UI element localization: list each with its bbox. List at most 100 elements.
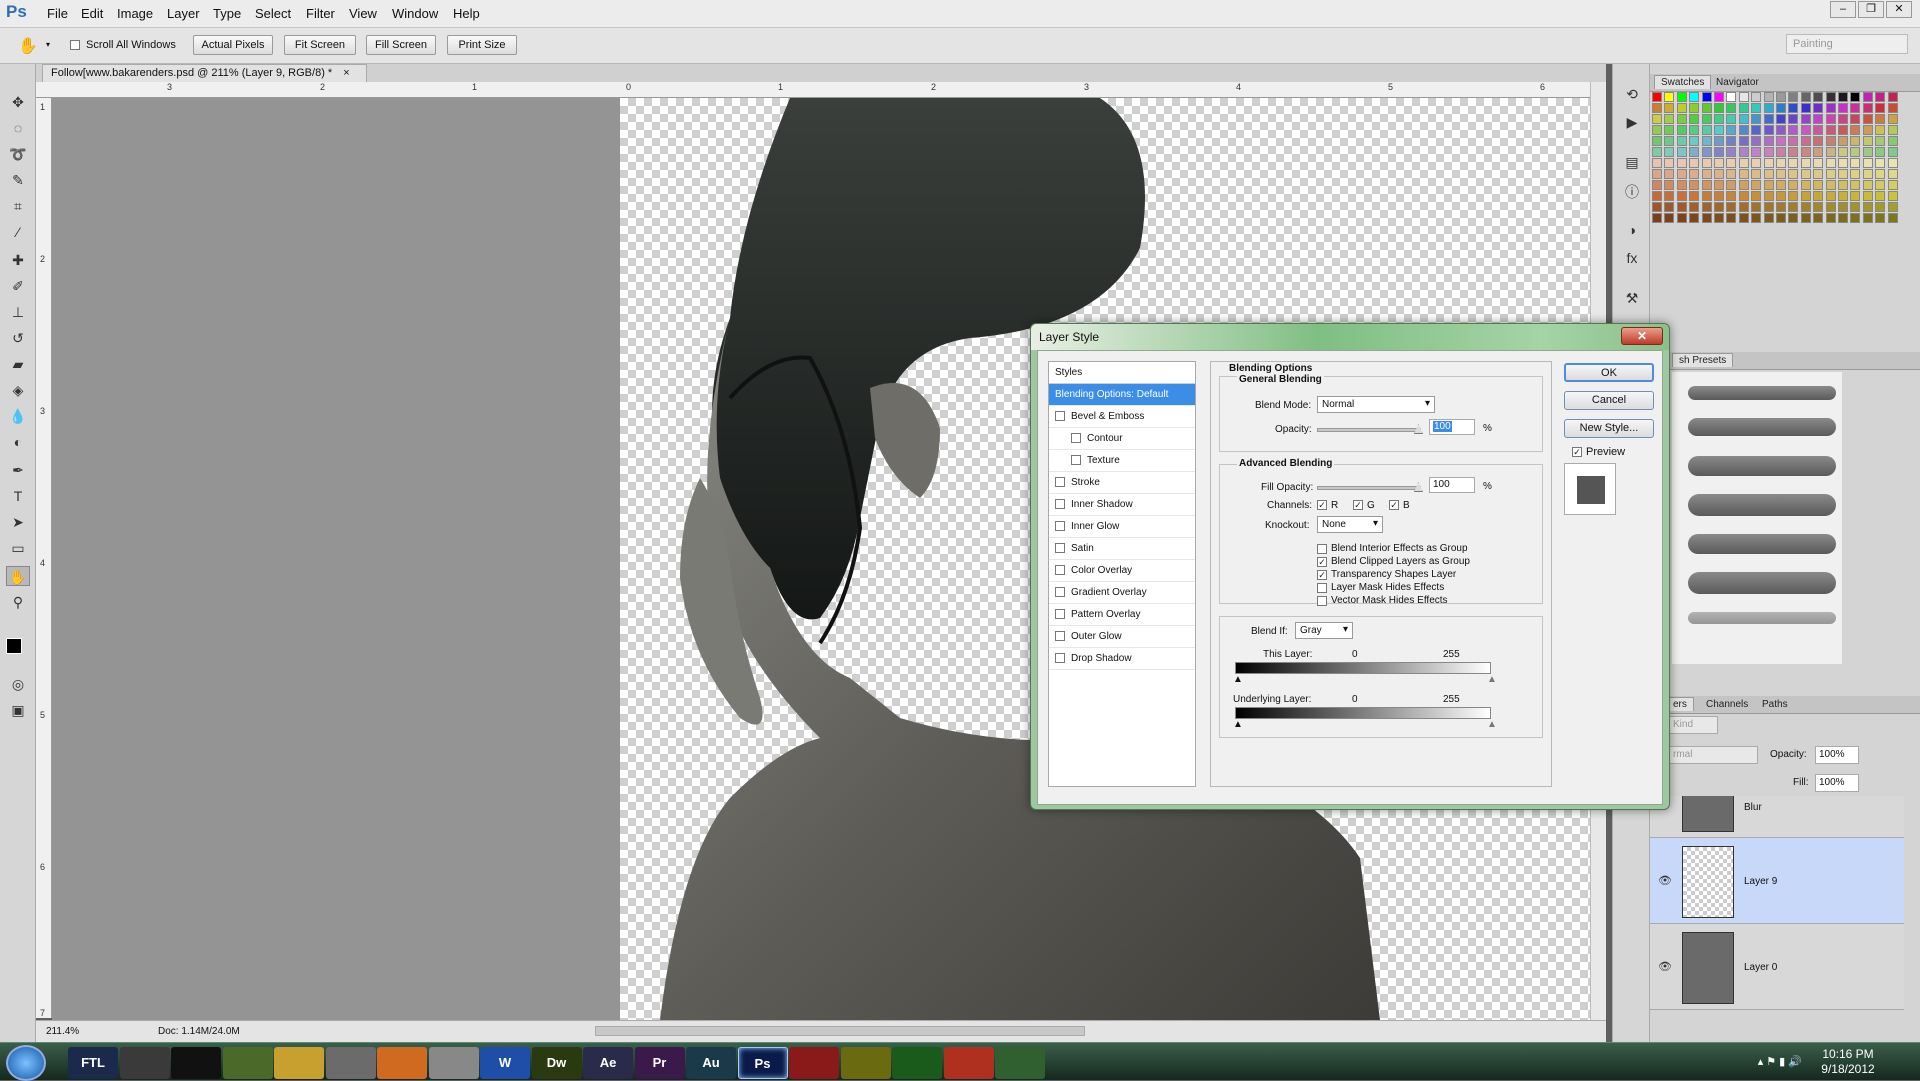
start-button[interactable] [6, 1045, 46, 1081]
swatch[interactable] [1652, 92, 1662, 102]
dialog-close-button[interactable]: ✕ [1621, 327, 1663, 345]
swatch[interactable] [1800, 136, 1811, 146]
swatch[interactable] [1838, 136, 1848, 146]
style-item[interactable]: Color Overlay [1049, 560, 1195, 582]
swatch[interactable] [1875, 180, 1886, 190]
swatch[interactable] [1838, 103, 1848, 113]
underlying-layer-gradient[interactable] [1235, 707, 1491, 719]
swatch[interactable] [1652, 125, 1662, 135]
swatch[interactable] [1726, 147, 1737, 157]
swatch[interactable] [1714, 158, 1724, 168]
swatch[interactable] [1800, 169, 1811, 179]
advanced-option-checkbox[interactable]: ✓ [1317, 557, 1327, 567]
swatch-grid[interactable] [1652, 92, 1906, 226]
swatch[interactable] [1726, 114, 1737, 124]
swatch[interactable] [1838, 92, 1848, 102]
swatch[interactable] [1838, 114, 1848, 124]
swatch[interactable] [1887, 180, 1898, 190]
swatch[interactable] [1652, 147, 1662, 157]
paint-bucket-tool-icon[interactable]: ◈ [6, 380, 30, 400]
swatch[interactable] [1664, 147, 1675, 157]
menu-help[interactable]: Help [453, 6, 480, 21]
fill-opacity-slider[interactable] [1317, 482, 1423, 492]
swatch[interactable] [1800, 191, 1811, 201]
swatch[interactable] [1676, 202, 1687, 212]
taskbar-app-button[interactable]: Ps [737, 1047, 788, 1079]
swatch[interactable] [1862, 180, 1873, 190]
swatch[interactable] [1738, 180, 1749, 190]
advanced-option-checkbox[interactable]: ✓ [1317, 570, 1327, 580]
brush-stroke-preset[interactable] [1688, 534, 1836, 554]
taskbar-app-button[interactable]: Ae [583, 1047, 633, 1079]
layer-blend-mode[interactable]: rmal [1668, 746, 1758, 764]
swatch[interactable] [1776, 191, 1786, 201]
zoom-tool-icon[interactable]: ⚲ [6, 592, 30, 612]
swatch[interactable] [1862, 114, 1873, 124]
swatch[interactable] [1738, 103, 1749, 113]
style-checkbox[interactable] [1055, 587, 1065, 597]
swatch[interactable] [1887, 147, 1898, 157]
tray-icons[interactable]: ▴ ⚑ ▮ 🔊 [1758, 1055, 1802, 1068]
swatch[interactable] [1751, 136, 1762, 146]
swatch[interactable] [1862, 103, 1873, 113]
properties-panel-icon[interactable]: ▤ [1622, 154, 1642, 174]
style-checkbox[interactable] [1055, 609, 1065, 619]
taskbar-app-button[interactable] [943, 1047, 994, 1079]
style-item[interactable]: Gradient Overlay [1049, 582, 1195, 604]
swatch[interactable] [1800, 213, 1811, 223]
swatch[interactable] [1776, 125, 1786, 135]
swatch[interactable] [1850, 169, 1861, 179]
swatch[interactable] [1676, 114, 1687, 124]
brush-stroke-preset[interactable] [1688, 456, 1836, 476]
swatch[interactable] [1763, 191, 1774, 201]
crop-tool-icon[interactable]: ⌗ [6, 196, 30, 216]
swatch[interactable] [1664, 191, 1675, 201]
layer-name[interactable]: Layer 0 [1744, 962, 1777, 973]
swatch[interactable] [1850, 191, 1861, 201]
menu-layer[interactable]: Layer [167, 6, 200, 21]
swatch[interactable] [1887, 191, 1898, 201]
swatch[interactable] [1751, 158, 1762, 168]
swatch[interactable] [1862, 136, 1873, 146]
new-style-button[interactable]: New Style... [1564, 419, 1654, 438]
swatch[interactable] [1763, 114, 1774, 124]
swatch[interactable] [1875, 169, 1886, 179]
quick-select-tool-icon[interactable]: ✎ [6, 170, 30, 190]
swatch[interactable] [1689, 213, 1700, 223]
swatch[interactable] [1726, 191, 1737, 201]
swatch[interactable] [1862, 125, 1873, 135]
swatch[interactable] [1838, 213, 1848, 223]
swatch[interactable] [1664, 180, 1675, 190]
pen-tool-icon[interactable]: ✒ [6, 460, 30, 480]
swatch[interactable] [1652, 202, 1662, 212]
swatch[interactable] [1701, 213, 1712, 223]
swatch[interactable] [1850, 136, 1861, 146]
swatch[interactable] [1714, 169, 1724, 179]
swatch[interactable] [1714, 136, 1724, 146]
swatch[interactable] [1714, 114, 1724, 124]
swatch[interactable] [1701, 191, 1712, 201]
taskbar-app-button[interactable] [377, 1047, 427, 1079]
swatch[interactable] [1813, 136, 1824, 146]
swatch[interactable] [1838, 191, 1848, 201]
this-layer-gradient[interactable] [1235, 662, 1491, 674]
swatch[interactable] [1664, 213, 1675, 223]
swatch[interactable] [1751, 213, 1762, 223]
swatch[interactable] [1788, 158, 1799, 168]
visibility-eye-icon[interactable]: 👁 [1658, 874, 1672, 887]
zoom-level[interactable]: 211.4% [46, 1026, 79, 1037]
brush-tool-icon[interactable]: ✐ [6, 276, 30, 296]
swatch[interactable] [1813, 169, 1824, 179]
visibility-eye-icon[interactable]: 👁 [1658, 960, 1672, 973]
swatch[interactable] [1701, 125, 1712, 135]
knockout-select[interactable]: None [1317, 516, 1383, 533]
brush-stroke-preset[interactable] [1688, 386, 1836, 400]
swatch[interactable] [1664, 202, 1675, 212]
swatch[interactable] [1689, 114, 1700, 124]
swatch[interactable] [1664, 92, 1675, 102]
style-item[interactable]: Pattern Overlay [1049, 604, 1195, 626]
swatch[interactable] [1776, 202, 1786, 212]
swatch[interactable] [1676, 180, 1687, 190]
document-tab-close-icon[interactable]: × [343, 67, 349, 79]
opacity-input[interactable]: 100 [1429, 419, 1475, 435]
